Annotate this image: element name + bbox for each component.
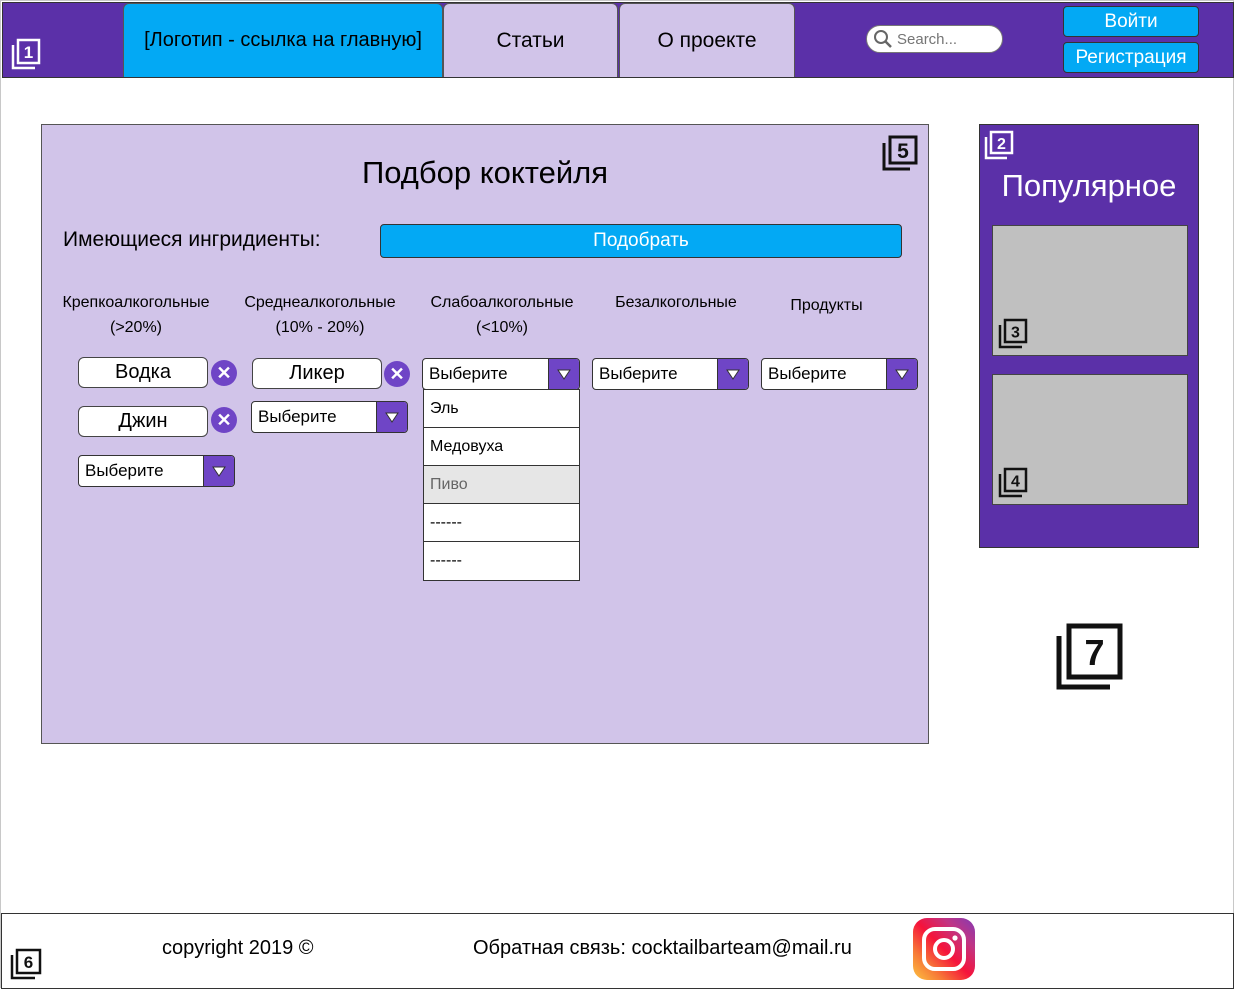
dropdown-arrow-icon: [548, 359, 579, 389]
tab-about[interactable]: О проекте: [619, 3, 795, 77]
page-title: Подбор коктейля: [361, 155, 609, 190]
select-value: Выберите: [85, 461, 164, 480]
numbered-badge-icon: 3: [998, 318, 1028, 349]
main-badge-number: 5: [897, 140, 909, 163]
strong-alcohol-select[interactable]: Выберите: [78, 455, 235, 487]
remove-icon[interactable]: ✕: [211, 407, 237, 433]
feedback-contact[interactable]: Обратная связь: cocktailbarteam@mail.ru: [473, 937, 852, 960]
select-value: Выберите: [768, 364, 847, 383]
dropdown-option[interactable]: ------: [424, 542, 579, 580]
weak-alcohol-dropdown-menu: Эль Медовуха Пиво ------ ------: [423, 389, 580, 581]
popular-badge-number: 2: [997, 136, 1006, 153]
header-badge-number: 1: [24, 43, 33, 62]
footer-badge-number: 6: [24, 953, 33, 972]
select-value: Выберите: [258, 407, 337, 426]
dropdown-arrow-icon: [886, 359, 917, 389]
numbered-badge-icon: 4: [998, 467, 1028, 498]
column-header-weak: Слабоалкогольные (<10%): [419, 290, 585, 340]
extra-badge-number: 7: [1084, 632, 1104, 673]
pick-cocktail-button[interactable]: Подобрать: [380, 224, 902, 258]
search-box[interactable]: [866, 25, 1003, 53]
dropdown-option[interactable]: Эль: [424, 390, 579, 428]
weak-alcohol-select[interactable]: Выберите: [422, 358, 580, 390]
column-range: (10% - 20%): [275, 319, 365, 336]
dropdown-option[interactable]: ------: [424, 504, 579, 542]
search-icon: [874, 30, 892, 48]
ingredient-chip: Ликер: [252, 358, 382, 389]
numbered-badge-icon: 2: [984, 130, 1014, 160]
ingredient-chip: Джин: [78, 406, 208, 437]
numbered-badge-icon: 1: [11, 38, 41, 70]
search-input[interactable]: [897, 30, 997, 48]
select-value: Выберите: [599, 364, 678, 383]
column-name: Среднеалкогольные: [244, 294, 396, 311]
tab-articles[interactable]: Статьи: [443, 3, 618, 77]
products-select[interactable]: Выберите: [761, 358, 918, 390]
nonalcoholic-select[interactable]: Выберите: [592, 358, 749, 390]
copyright-text: copyright 2019 ©: [162, 937, 314, 959]
dropdown-arrow-icon: [376, 402, 407, 432]
column-name: Слабоалкогольные: [430, 294, 574, 311]
login-button[interactable]: Войти: [1063, 6, 1199, 37]
dropdown-option-highlighted[interactable]: Пиво: [424, 466, 579, 504]
column-name: Крепкоалкогольные: [62, 294, 210, 311]
column-name: Продукты: [790, 297, 863, 314]
column-header-strong: Крепкоалкогольные (>20%): [51, 290, 221, 340]
dropdown-arrow-icon: [717, 359, 748, 389]
column-name: Безалкогольные: [615, 294, 737, 311]
numbered-badge-icon: 7: [1056, 623, 1123, 690]
popular-item-badge-number: 3: [1011, 325, 1020, 342]
remove-icon[interactable]: ✕: [211, 360, 237, 386]
column-range: (>20%): [109, 319, 163, 336]
dropdown-arrow-icon: [203, 456, 234, 486]
ingredient-chip: Водка: [78, 357, 208, 388]
logo-home-link[interactable]: [Логотип - ссылка на главную]: [123, 3, 443, 77]
numbered-badge-icon: 6: [10, 948, 42, 980]
numbered-badge-icon: 5: [882, 135, 918, 171]
popular-item-badge-number: 4: [1011, 474, 1020, 491]
dropdown-option[interactable]: Медовуха: [424, 428, 579, 466]
column-header-products: Продукты: [760, 293, 893, 318]
remove-icon[interactable]: ✕: [384, 361, 410, 387]
select-value: Выберите: [429, 364, 508, 383]
popular-title: Популярное: [1001, 168, 1177, 203]
ingredients-label: Имеющиеся ингридиенты:: [63, 228, 321, 251]
column-header-medium: Среднеалкогольные (10% - 20%): [232, 290, 408, 340]
register-button[interactable]: Регистрация: [1063, 42, 1199, 73]
instagram-icon[interactable]: [913, 918, 975, 980]
column-header-nonalcoholic: Безалкогольные: [596, 290, 756, 315]
column-range: (<10%): [475, 319, 529, 336]
medium-alcohol-select[interactable]: Выберите: [251, 401, 408, 433]
